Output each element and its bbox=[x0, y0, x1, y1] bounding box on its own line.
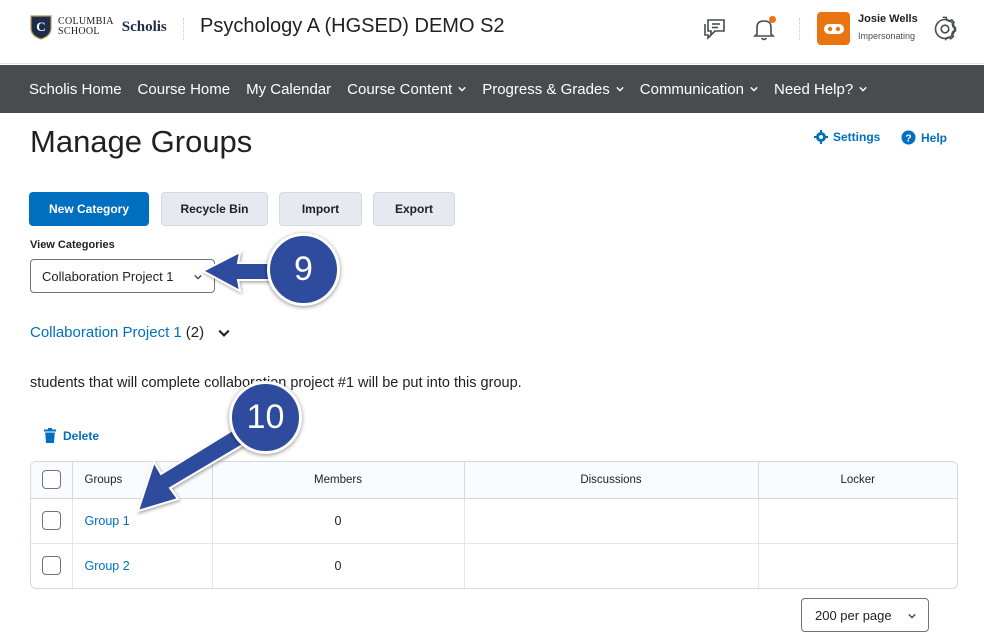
category-heading: Collaboration Project 1 (2) bbox=[30, 324, 232, 341]
table-row: Group 1 0 bbox=[31, 498, 957, 544]
nav-scholis-home[interactable]: Scholis Home bbox=[29, 81, 122, 98]
user-name[interactable]: Josie Wells bbox=[858, 13, 918, 25]
group-members: 0 bbox=[212, 543, 465, 588]
column-header-locker[interactable]: Locker bbox=[758, 462, 957, 499]
category-expand-toggle[interactable] bbox=[218, 326, 232, 340]
settings-link[interactable]: Settings bbox=[814, 130, 880, 144]
nav-label: Course Content bbox=[347, 80, 453, 98]
chevron-down-icon bbox=[218, 329, 230, 337]
nav-label: Need Help? bbox=[773, 80, 854, 98]
group-name-link[interactable]: Group 2 bbox=[72, 543, 213, 588]
per-page-value: 200 per page bbox=[815, 607, 892, 623]
page-title: Manage Groups bbox=[30, 124, 253, 159]
nav-need-help[interactable]: Need Help? bbox=[774, 81, 867, 98]
row-select-cell bbox=[31, 543, 73, 588]
selected-category: Collaboration Project 1 bbox=[42, 268, 174, 284]
chevron-down-icon bbox=[458, 86, 466, 92]
new-category-button[interactable]: New Category bbox=[29, 192, 149, 226]
top-header: C COLUMBIA SCHOOL Scholis Psychology A (… bbox=[0, 0, 984, 64]
delete-label: Delete bbox=[63, 428, 100, 443]
course-title[interactable]: Psychology A (HGSED) DEMO S2 bbox=[200, 15, 505, 38]
help-label: Help bbox=[921, 130, 948, 145]
nav-course-home[interactable]: Course Home bbox=[138, 81, 231, 98]
import-button[interactable]: Import bbox=[279, 192, 362, 226]
column-header-discussions[interactable]: Discussions bbox=[464, 462, 759, 499]
notifications-bell-icon[interactable] bbox=[749, 14, 779, 44]
chevron-down-icon bbox=[194, 274, 202, 280]
chevron-down-icon bbox=[908, 613, 916, 619]
logo-brand: Scholis bbox=[121, 18, 167, 35]
nav-label: My Calendar bbox=[246, 80, 332, 98]
cog-icon bbox=[814, 130, 828, 144]
delete-button[interactable]: Delete bbox=[44, 428, 99, 443]
row-checkbox[interactable] bbox=[41, 556, 61, 576]
view-categories-label: View Categories bbox=[30, 239, 115, 251]
nav-my-calendar[interactable]: My Calendar bbox=[246, 81, 331, 98]
group-discussions bbox=[464, 543, 759, 588]
table-header-row: Groups Members Discussions Locker bbox=[31, 462, 957, 499]
group-name-link[interactable]: Group 1 bbox=[72, 498, 213, 544]
logo-wordmark: COLUMBIA SCHOOL bbox=[58, 17, 114, 37]
chevron-down-icon bbox=[750, 86, 758, 92]
table-row: Group 2 0 bbox=[31, 543, 957, 588]
row-select-cell bbox=[31, 498, 73, 544]
category-name-link[interactable]: Collaboration Project 1 bbox=[30, 324, 182, 341]
course-navbar: Scholis Home Course Home My Calendar Cou… bbox=[0, 65, 984, 113]
callout-badge-10: 10 bbox=[229, 381, 302, 454]
row-checkbox[interactable] bbox=[41, 511, 61, 530]
school-logo[interactable]: C COLUMBIA SCHOOL Scholis bbox=[30, 14, 167, 40]
nav-label: Scholis Home bbox=[29, 80, 122, 98]
export-button[interactable]: Export bbox=[373, 192, 455, 226]
logo-line-2: SCHOOL bbox=[58, 26, 100, 37]
chevron-down-icon bbox=[616, 86, 624, 92]
svg-text:?: ? bbox=[905, 132, 911, 144]
view-categories-select[interactable]: Collaboration Project 1 bbox=[30, 259, 215, 293]
notification-dot bbox=[769, 16, 776, 23]
header-divider bbox=[183, 18, 184, 40]
nav-course-content[interactable]: Course Content bbox=[347, 81, 466, 98]
settings-label: Settings bbox=[833, 130, 881, 144]
help-circle-icon: ? bbox=[901, 130, 916, 145]
trash-icon bbox=[44, 428, 56, 443]
crest-icon: C bbox=[30, 15, 52, 40]
user-role: Impersonating bbox=[858, 31, 916, 41]
header-divider-2 bbox=[799, 18, 800, 40]
message-alerts-icon[interactable] bbox=[700, 14, 730, 44]
per-page-select[interactable]: 200 per page bbox=[801, 598, 929, 632]
impersonation-mask-icon[interactable] bbox=[817, 12, 850, 45]
group-locker bbox=[758, 543, 957, 588]
nav-communication[interactable]: Communication bbox=[640, 81, 758, 98]
category-count: (2) bbox=[185, 324, 205, 341]
group-members: 0 bbox=[212, 498, 465, 544]
nav-label: Course Home bbox=[137, 80, 231, 98]
nav-progress-grades[interactable]: Progress & Grades bbox=[482, 81, 624, 98]
settings-gear-icon[interactable] bbox=[930, 14, 960, 44]
help-link[interactable]: ? Help bbox=[901, 130, 947, 145]
group-locker bbox=[758, 498, 957, 544]
nav-label: Progress & Grades bbox=[482, 80, 610, 98]
recycle-bin-button[interactable]: Recycle Bin bbox=[161, 192, 268, 226]
select-all-checkbox[interactable] bbox=[41, 470, 61, 490]
nav-label: Communication bbox=[639, 80, 744, 98]
svg-text:C: C bbox=[36, 19, 45, 34]
select-all-cell bbox=[31, 462, 73, 499]
chevron-down-icon bbox=[859, 86, 867, 92]
column-header-groups[interactable]: Groups bbox=[72, 462, 213, 499]
callout-badge-9: 9 bbox=[267, 233, 340, 306]
groups-table: Groups Members Discussions Locker Group … bbox=[30, 461, 958, 589]
group-discussions bbox=[464, 498, 759, 544]
column-header-members[interactable]: Members bbox=[212, 462, 465, 499]
